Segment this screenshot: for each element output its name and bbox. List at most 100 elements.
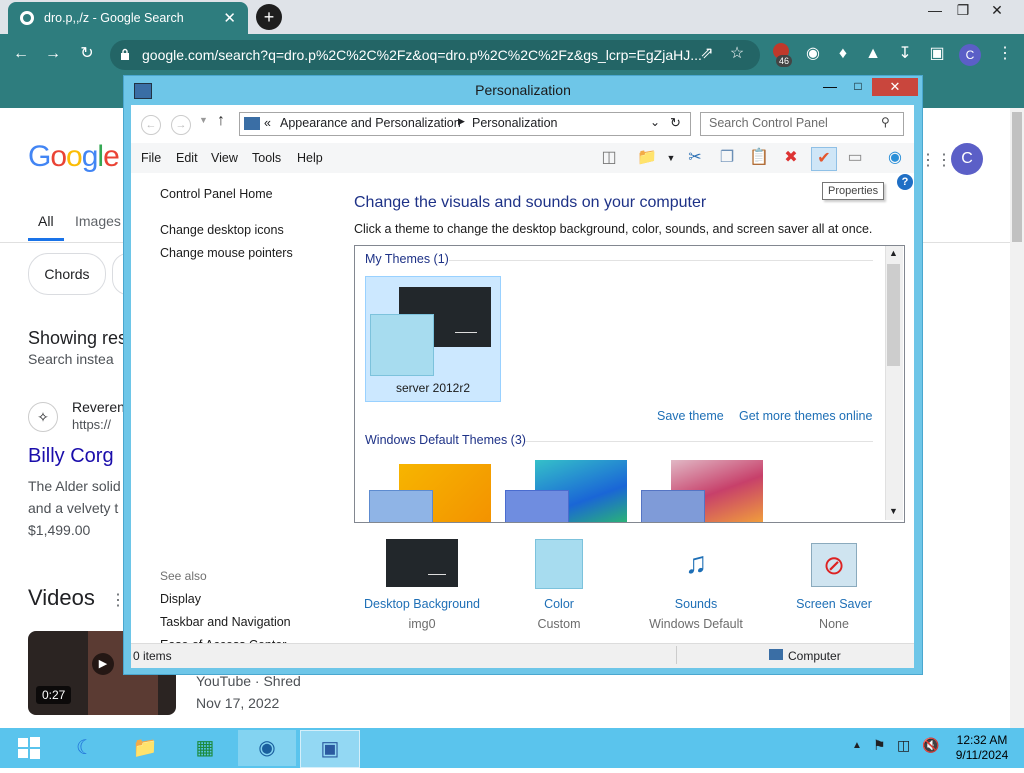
themes-scrollbar-thumb[interactable] xyxy=(887,264,900,366)
forward-icon[interactable]: → xyxy=(42,43,64,65)
search-instead-text[interactable]: Search instea xyxy=(28,351,114,367)
control-panel-taskbar-icon[interactable]: ▣ xyxy=(300,730,360,768)
google-apps-icon[interactable]: ⋮⋮ xyxy=(920,150,952,170)
menu-help[interactable]: Help xyxy=(297,151,323,165)
sounds-icon[interactable]: ♫ xyxy=(672,539,720,589)
color-link[interactable]: Color xyxy=(499,597,619,611)
back-icon[interactable]: ← xyxy=(141,115,161,135)
internet-explorer-icon[interactable]: ☾ xyxy=(56,730,114,766)
volume-muted-icon[interactable]: 🔇 xyxy=(922,737,939,754)
search-placeholder: Search Control Panel xyxy=(709,116,828,130)
organize-dropdown-icon[interactable]: ▼ xyxy=(659,147,683,169)
properties-icon[interactable]: ✔ xyxy=(811,147,837,171)
share-icon[interactable]: ⇗ xyxy=(696,43,718,65)
chrome-taskbar-icon[interactable]: ◉ xyxy=(238,730,296,766)
address-overflow[interactable]: « xyxy=(264,116,271,130)
help-icon[interactable]: ? xyxy=(897,174,913,190)
search-tab-all[interactable]: All xyxy=(38,213,54,229)
default-themes-group-label[interactable]: Windows Default Themes (3) xyxy=(365,433,526,447)
browser-close-button[interactable]: ✕ xyxy=(980,0,1014,20)
page-scrollbar-thumb[interactable] xyxy=(1012,112,1022,242)
download-icon[interactable]: ↧ xyxy=(894,43,916,65)
tab-close-icon[interactable]: ✕ xyxy=(223,9,236,27)
google-logo[interactable]: Google xyxy=(28,140,120,174)
browser-tab[interactable]: dro.p,,/z - Google Search ✕ xyxy=(8,2,248,34)
menu-file[interactable]: File xyxy=(141,151,161,165)
color-icon[interactable] xyxy=(535,539,583,589)
cut-icon[interactable]: ✂ xyxy=(683,147,707,169)
menu-tools[interactable]: Tools xyxy=(252,151,281,165)
change-mouse-pointers-link[interactable]: Change mouse pointers xyxy=(160,246,293,260)
breadcrumb-personalization[interactable]: Personalization xyxy=(472,116,557,130)
search-icon[interactable]: ⚲ xyxy=(881,115,890,129)
file-explorer-icon[interactable]: 📁 xyxy=(116,730,174,766)
refresh-icon[interactable]: ↻ xyxy=(670,115,681,131)
menu-view[interactable]: View xyxy=(211,151,238,165)
themes-list[interactable]: My Themes (1) server 2012r2 Save theme G… xyxy=(354,245,905,523)
address-bar[interactable]: « Appearance and Personalization ▶ Perso… xyxy=(239,112,691,136)
desktop-background-link[interactable]: Desktop Background xyxy=(354,597,490,611)
rename-icon[interactable]: ▭ xyxy=(843,147,867,169)
scroll-down-icon[interactable]: ▼ xyxy=(889,506,898,516)
screen-saver-icon[interactable]: ⊘ xyxy=(811,543,857,587)
browser-restore-button[interactable]: ❐ xyxy=(946,0,980,20)
internet-globe-icon[interactable]: ◉ xyxy=(883,147,907,169)
network-icon[interactable]: ◫ xyxy=(897,737,910,754)
window-title: Personalization xyxy=(475,82,571,98)
my-themes-group-label[interactable]: My Themes (1) xyxy=(365,252,449,266)
chrome-profile-avatar[interactable]: C xyxy=(959,44,981,66)
control-panel-home-link[interactable]: Control Panel Home xyxy=(160,187,273,201)
paste-icon[interactable]: 📋 xyxy=(747,147,771,169)
side-panel-icon[interactable]: ▣ xyxy=(926,43,948,65)
new-tab-button[interactable]: + xyxy=(256,4,282,30)
save-theme-link[interactable]: Save theme xyxy=(657,409,724,423)
filter-chip-chords[interactable]: Chords xyxy=(28,253,106,295)
get-more-themes-link[interactable]: Get more themes online xyxy=(739,409,872,423)
theme-item-selected[interactable]: server 2012r2 xyxy=(365,276,501,402)
address-dropdown-icon[interactable]: ⌄ xyxy=(650,115,660,129)
show-hidden-icons-icon[interactable]: ▲ xyxy=(852,740,862,751)
theme-item-windows[interactable] xyxy=(369,464,493,522)
address-bar[interactable]: google.com/search?q=dro.p%2C%2C%2Fz&oq=d… xyxy=(110,40,760,70)
action-center-flag-icon[interactable]: ⚑ xyxy=(873,737,886,754)
forward-icon[interactable]: → xyxy=(171,115,191,135)
desktop-background-icon[interactable] xyxy=(386,539,458,587)
reload-icon[interactable]: ↻ xyxy=(76,43,98,65)
copy-icon[interactable]: ❐ xyxy=(715,147,739,169)
theme-item-lines-colors[interactable] xyxy=(505,460,629,522)
window-maximize-button[interactable]: □ xyxy=(844,78,872,96)
window-close-button[interactable]: ✕ xyxy=(872,78,918,96)
google-profile-avatar[interactable]: C xyxy=(951,143,983,175)
search-tab-images[interactable]: Images xyxy=(75,213,121,229)
breadcrumb-appearance[interactable]: Appearance and Personalization xyxy=(280,116,461,130)
menu-edit[interactable]: Edit xyxy=(176,151,198,165)
page-description: Click a theme to change the desktop back… xyxy=(354,222,873,236)
theme-preview-window xyxy=(370,314,434,376)
bookmark-star-icon[interactable]: ☆ xyxy=(726,43,748,65)
search-control-panel-input[interactable]: Search Control Panel ⚲ xyxy=(700,112,904,136)
screen-saver-link[interactable]: Screen Saver xyxy=(774,597,894,611)
taskbar-clock[interactable]: 12:32 AM 9/11/2024 xyxy=(946,733,1018,763)
cookie-extension-icon[interactable]: ◉ xyxy=(802,43,824,65)
taskbar-navigation-link[interactable]: Taskbar and Navigation xyxy=(160,615,291,629)
window-minimize-button[interactable]: — xyxy=(816,78,844,96)
layout-pane-icon[interactable]: ◫ xyxy=(597,147,621,169)
scroll-up-icon[interactable]: ▲ xyxy=(889,248,898,258)
chrome-menu-icon[interactable]: ⋮ xyxy=(994,43,1016,65)
breadcrumb-chevron-icon[interactable]: ▶ xyxy=(458,116,465,127)
sounds-link[interactable]: Sounds xyxy=(636,597,756,611)
back-icon[interactable]: ← xyxy=(10,43,32,65)
store-icon[interactable]: ▦ xyxy=(176,730,234,766)
labs-flask-icon[interactable]: ▲ xyxy=(862,43,884,65)
display-link[interactable]: Display xyxy=(160,592,201,606)
organize-folder-icon[interactable]: 📁 xyxy=(635,147,659,169)
change-desktop-icons-link[interactable]: Change desktop icons xyxy=(160,223,284,237)
theme-item-flowers[interactable] xyxy=(641,460,765,522)
extensions-puzzle-icon[interactable]: ♦ xyxy=(832,43,854,65)
start-windows-icon[interactable] xyxy=(0,730,58,766)
delete-icon[interactable]: ✖ xyxy=(779,147,803,169)
result-title-link[interactable]: Billy Corg xyxy=(28,445,114,468)
recent-locations-icon[interactable]: ▼ xyxy=(199,115,208,125)
extension-badge-icon[interactable]: 46 xyxy=(770,43,793,67)
up-level-icon[interactable]: ↑ xyxy=(217,112,225,130)
